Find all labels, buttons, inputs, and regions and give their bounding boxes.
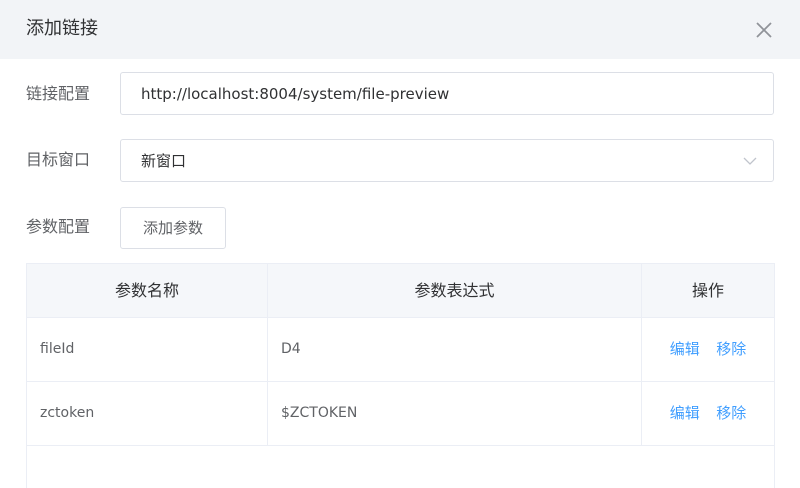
link-url-value: http://localhost:8004/system/file-previe… [141, 85, 450, 103]
param-table: 参数名称 参数表达式 操作 fileId D4 编辑 移除 zctoken $Z… [26, 263, 775, 488]
link-config-label: 链接配置 [26, 84, 91, 103]
table-row: fileId D4 编辑 移除 [27, 318, 774, 382]
dialog-header: 添加链接 [0, 0, 800, 59]
param-expression-cell: $ZCTOKEN [268, 382, 642, 445]
target-window-value: 新窗口 [141, 152, 187, 170]
edit-link[interactable]: 编辑 [670, 340, 700, 358]
param-name-cell: fileId [27, 318, 268, 381]
add-param-button[interactable]: 添加参数 [120, 207, 226, 249]
link-url-input[interactable]: http://localhost:8004/system/file-previe… [120, 72, 774, 115]
remove-link[interactable]: 移除 [716, 340, 746, 358]
operation-cell: 编辑 移除 [642, 318, 774, 381]
add-link-dialog: 添加链接 链接配置 http://localhost:8004/system/f… [0, 0, 800, 488]
chevron-down-icon [743, 157, 757, 165]
param-name-cell: zctoken [27, 382, 268, 445]
operation-cell: 编辑 移除 [642, 382, 774, 445]
close-icon[interactable] [754, 20, 774, 40]
param-config-label: 参数配置 [26, 217, 91, 236]
table-header: 参数名称 参数表达式 操作 [27, 264, 774, 318]
target-window-label: 目标窗口 [26, 150, 91, 169]
edit-link[interactable]: 编辑 [670, 404, 700, 422]
header-param-name: 参数名称 [27, 264, 268, 317]
header-operation: 操作 [691, 281, 724, 300]
param-expression-cell: D4 [268, 318, 642, 381]
header-param-expression: 参数表达式 [268, 264, 642, 317]
dialog-title: 添加链接 [26, 18, 98, 39]
target-window-select[interactable]: 新窗口 [120, 139, 774, 182]
table-row: zctoken $ZCTOKEN 编辑 移除 [27, 382, 774, 446]
remove-link[interactable]: 移除 [716, 404, 746, 422]
